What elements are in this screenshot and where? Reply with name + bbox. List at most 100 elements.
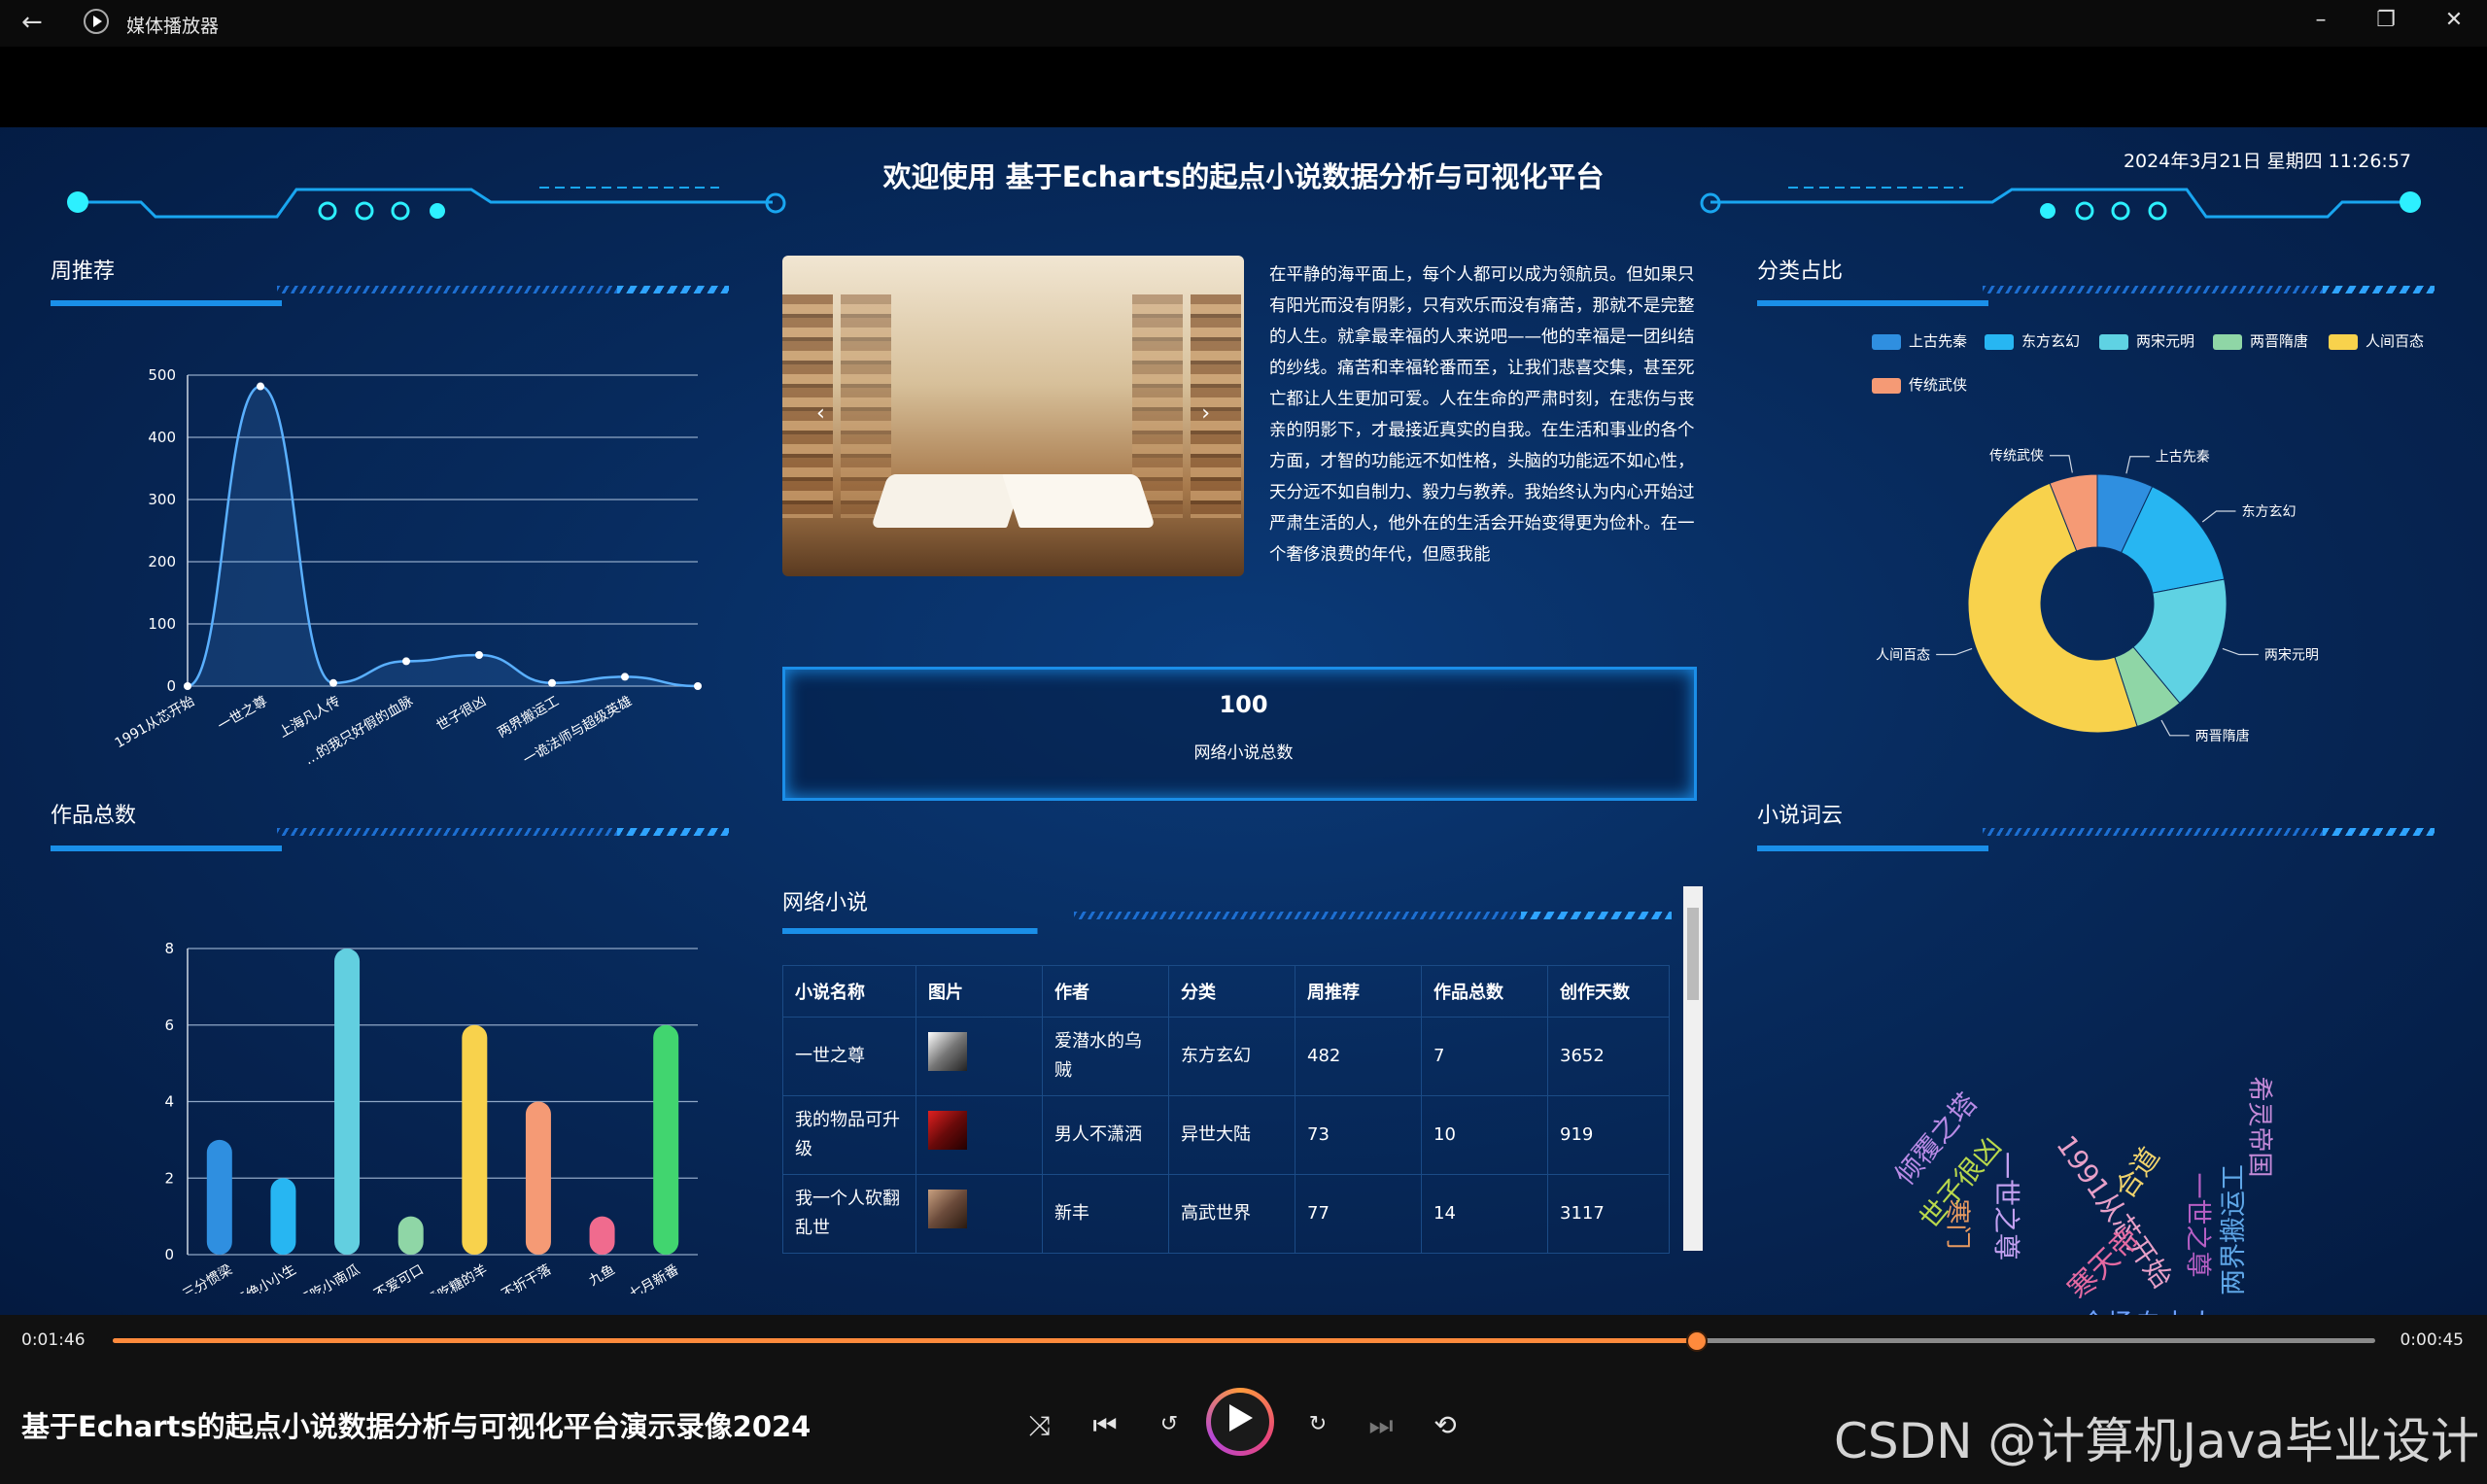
restore-icon[interactable]: ❐: [2366, 8, 2405, 32]
novel-table-container[interactable]: 小说名称 图片 作者 分类 周推荐 作品总数 创作天数 一世之尊 爱潜水的乌贼 …: [782, 965, 1670, 1315]
novel-name: 我的物品可升级: [782, 1095, 916, 1175]
bar: [206, 1139, 232, 1255]
forward-30-icon[interactable]: ↻: [1298, 1412, 1337, 1436]
data-point: [548, 678, 556, 687]
pie-label: 传统武侠: [1989, 449, 2044, 465]
media-player-controls: 0:01:46 0:00:45 基于Echarts的起点小说数据分析与可视化平台…: [0, 1315, 2487, 1484]
cover-cell: [915, 1017, 1043, 1096]
x-tick-label: 不爱可口: [371, 1262, 426, 1294]
legend-item[interactable]: 两宋元明: [2099, 330, 2194, 351]
author: 新丰: [1042, 1174, 1169, 1254]
pie-label: 上古先秦: [2156, 450, 2210, 466]
category: 东方玄幻: [1168, 1017, 1295, 1096]
repeat-off-icon[interactable]: ⟲: [1426, 1409, 1465, 1441]
data-point: [257, 382, 264, 391]
cloud-word: 寒门: [1942, 1198, 1972, 1250]
novel-name: 一世之尊: [782, 1017, 916, 1096]
y-tick-label: 4: [164, 1093, 174, 1111]
column-header: 作者: [1042, 965, 1169, 1018]
y-tick-label: 8: [164, 940, 174, 957]
panel-title-weekly: 周推荐: [51, 259, 116, 284]
x-tick-label: 三绝小小生: [232, 1262, 299, 1294]
panel-hatch: [277, 828, 617, 836]
panel-underline: [1757, 846, 2418, 851]
legend-item[interactable]: 人间百态: [2329, 330, 2424, 351]
intro-text: 在平静的海平面上，每个人都可以成为领航员。但如果只有阳光而没有阴影，只有欢乐而没…: [1269, 265, 1695, 565]
bar: [397, 1216, 424, 1255]
legend-item[interactable]: 两晋隋唐: [2213, 330, 2308, 351]
bar: [589, 1216, 615, 1255]
table-scrollbar[interactable]: [1683, 886, 1703, 1251]
seek-bar-handle[interactable]: [1685, 1330, 1708, 1352]
panel-dots: [2323, 828, 2435, 836]
pie-label: 两宋元明: [2264, 648, 2319, 664]
legend-item[interactable]: 上古先秦: [1872, 330, 1967, 351]
media-player-app-icon: [84, 9, 109, 34]
x-tick-label: 九鱼: [586, 1261, 618, 1290]
x-tick-label: 不折干落: [499, 1262, 553, 1294]
cloud-word: 全场自由人: [2080, 1303, 2216, 1315]
previous-icon[interactable]: ⏮: [1086, 1409, 1124, 1442]
library-book-image[interactable]: ‹ ›: [782, 256, 1244, 576]
seek-bar-fill: [113, 1338, 1697, 1343]
play-button[interactable]: [1206, 1388, 1274, 1456]
column-header: 作品总数: [1421, 965, 1548, 1018]
data-point: [329, 678, 337, 687]
table-header-row: 小说名称 图片 作者 分类 周推荐 作品总数 创作天数: [782, 965, 1670, 1018]
category: 高武世界: [1168, 1174, 1295, 1254]
scrollbar-thumb[interactable]: [1687, 908, 1699, 1000]
column-header: 周推荐: [1295, 965, 1422, 1018]
cover-thumbnail[interactable]: [928, 1111, 967, 1150]
current-time: 0:01:46: [21, 1330, 86, 1350]
works-bar-chart: 0 2 4 6 8 三分惯梁三绝小小生不吃小南瓜 不爱可口不爱吃糖的羊 不折干落 九鱼 七月新番: [164, 940, 698, 1294]
cloud-word: 一世之尊: [1990, 1151, 2023, 1261]
panel-hatch: [277, 286, 617, 293]
next-icon[interactable]: ⏭: [1362, 1409, 1400, 1442]
legend-item[interactable]: 传统武侠: [1872, 374, 1967, 395]
y-tick-label: 2: [164, 1169, 174, 1187]
media-title: 基于Echarts的起点小说数据分析与可视化平台演示录像2024: [21, 1410, 812, 1443]
seek-bar[interactable]: [113, 1330, 2375, 1352]
novel-name: 我一个人砍翻乱世: [782, 1174, 916, 1254]
author: 男人不潇洒: [1042, 1095, 1169, 1175]
data-point: [184, 682, 191, 690]
shuffle-icon[interactable]: ⤨: [1020, 1409, 1059, 1442]
pie-label-line: [2049, 455, 2073, 473]
minimize-icon[interactable]: –: [2301, 8, 2340, 32]
line-area: [188, 386, 698, 686]
panel-hatch: [1983, 286, 2323, 293]
table-row[interactable]: 我一个人砍翻乱世 新丰 高武世界 77 14 3117: [782, 1174, 1670, 1254]
pie-label-line: [2201, 510, 2236, 523]
back-arrow-icon[interactable]: ←: [21, 8, 43, 37]
works-count: 7: [1421, 1017, 1548, 1096]
table-row[interactable]: 我的物品可升级 男人不潇洒 异世大陆 73 10 919: [782, 1095, 1670, 1175]
pie-label: 两晋隋唐: [2195, 728, 2250, 744]
cover-thumbnail[interactable]: [928, 1032, 967, 1071]
window-title: 媒体播放器: [126, 16, 220, 37]
x-tick-label: 七月新番: [627, 1262, 681, 1294]
panel-underline: [51, 300, 711, 306]
panel-title-category: 分类占比: [1757, 259, 1844, 284]
panel-title-novels: 网络小说: [782, 891, 869, 915]
category-donut-chart: 传统武侠 上古先秦东方玄幻人间百态 两宋元明两晋隋唐: [1876, 449, 2319, 744]
works-count: 10: [1421, 1095, 1548, 1175]
carousel-prev-icon[interactable]: ‹: [816, 401, 825, 426]
column-header: 分类: [1168, 965, 1295, 1018]
data-point: [402, 657, 410, 666]
legend-item[interactable]: 东方玄幻: [1985, 330, 2080, 351]
table-row[interactable]: 一世之尊 爱潜水的乌贼 东方玄幻 482 7 3652: [782, 1017, 1670, 1096]
panel-title-wordcloud: 小说词云: [1757, 804, 1844, 828]
pie-label-line: [1936, 647, 1973, 656]
rewind-10-icon[interactable]: ↺: [1150, 1412, 1189, 1436]
carousel-next-icon[interactable]: ›: [1201, 401, 1210, 426]
cover-thumbnail[interactable]: [928, 1190, 967, 1228]
close-icon[interactable]: ✕: [2435, 8, 2473, 32]
author: 爱潜水的乌贼: [1042, 1017, 1169, 1096]
column-header: 图片: [915, 965, 1043, 1018]
datetime-display: 2024年3月21日 星期四 11:26:57: [2123, 151, 2411, 172]
remaining-time: 0:00:45: [2400, 1330, 2464, 1350]
pie-label-line: [2160, 719, 2190, 737]
x-tick-label: 不吃小南瓜: [295, 1262, 363, 1294]
cloud-word: 两界搬运工: [2219, 1164, 2249, 1295]
pie-label-line: [2222, 647, 2259, 656]
